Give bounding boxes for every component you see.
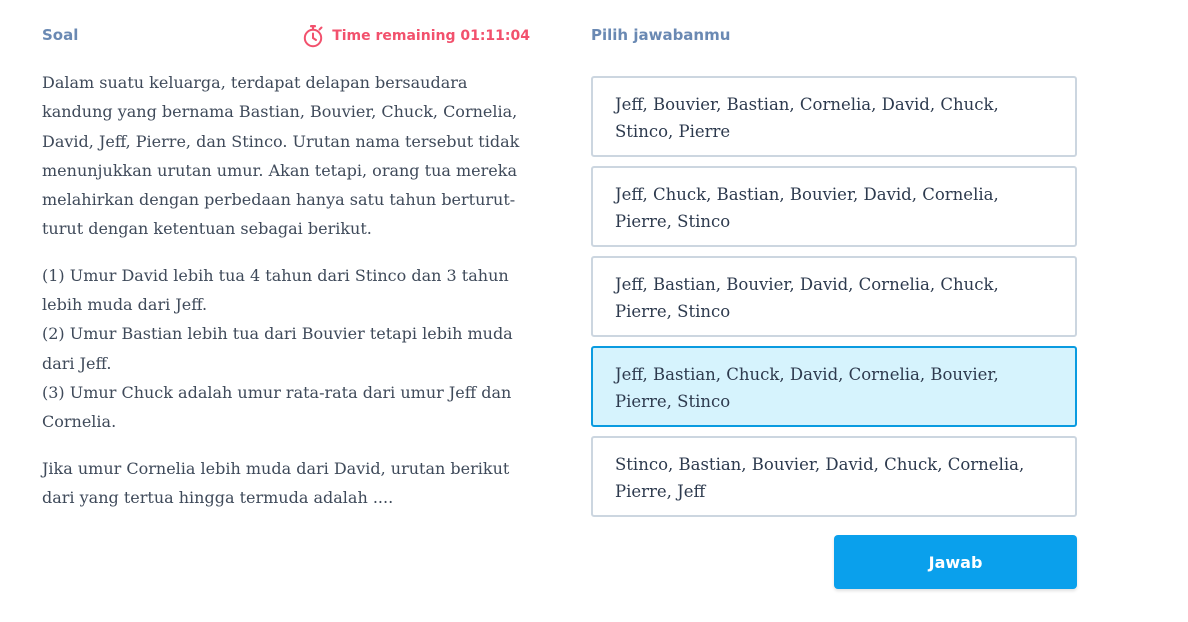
answer-option-text: Jeff, Bastian, Bouvier, David, Cornelia,… [615,275,999,321]
condition-2: (2) Umur Bastian lebih tua dari Bouvier … [42,324,513,373]
answer-option-e[interactable]: Stinco, Bastian, Bouvier, David, Chuck, … [591,436,1077,517]
question-intro: Dalam suatu keluarga, terdapat delapan b… [42,73,520,239]
answer-option-d[interactable]: Jeff, Bastian, Chuck, David, Cornelia, B… [591,346,1077,427]
condition-3: (3) Umur Chuck adalah umur rata-rata dar… [42,382,512,432]
question-text: Dalam suatu keluarga, terdapat delapan b… [42,68,532,529]
answer-label: Pilih jawabanmu [591,26,731,44]
question-label: Soal [42,26,79,44]
question-header: Soal Time remaining 01:11:04 [42,24,530,48]
answer-option-text: Jeff, Bastian, Chuck, David, Cornelia, B… [615,365,999,411]
answer-option-text: Jeff, Bouvier, Bastian, Cornelia, David,… [615,95,999,141]
answer-option-b[interactable]: Jeff, Chuck, Bastian, Bouvier, David, Co… [591,166,1077,247]
question-conditions: (1) Umur David lebih tua 4 tahun dari St… [42,261,532,437]
question-prompt: Jika umur Cornelia lebih muda dari David… [42,458,510,507]
timer-text: Time remaining 01:11:04 [332,28,530,44]
answer-option-c[interactable]: Jeff, Bastian, Bouvier, David, Cornelia,… [591,256,1077,337]
stopwatch-icon [302,24,324,48]
submit-answer-button[interactable]: Jawab [834,535,1077,589]
answer-option-a[interactable]: Jeff, Bouvier, Bastian, Cornelia, David,… [591,76,1077,157]
timer: Time remaining 01:11:04 [302,24,530,48]
condition-1: (1) Umur David lebih tua 4 tahun dari St… [42,265,509,315]
answer-option-text: Stinco, Bastian, Bouvier, David, Chuck, … [615,455,1025,501]
answer-option-text: Jeff, Chuck, Bastian, Bouvier, David, Co… [615,185,999,231]
